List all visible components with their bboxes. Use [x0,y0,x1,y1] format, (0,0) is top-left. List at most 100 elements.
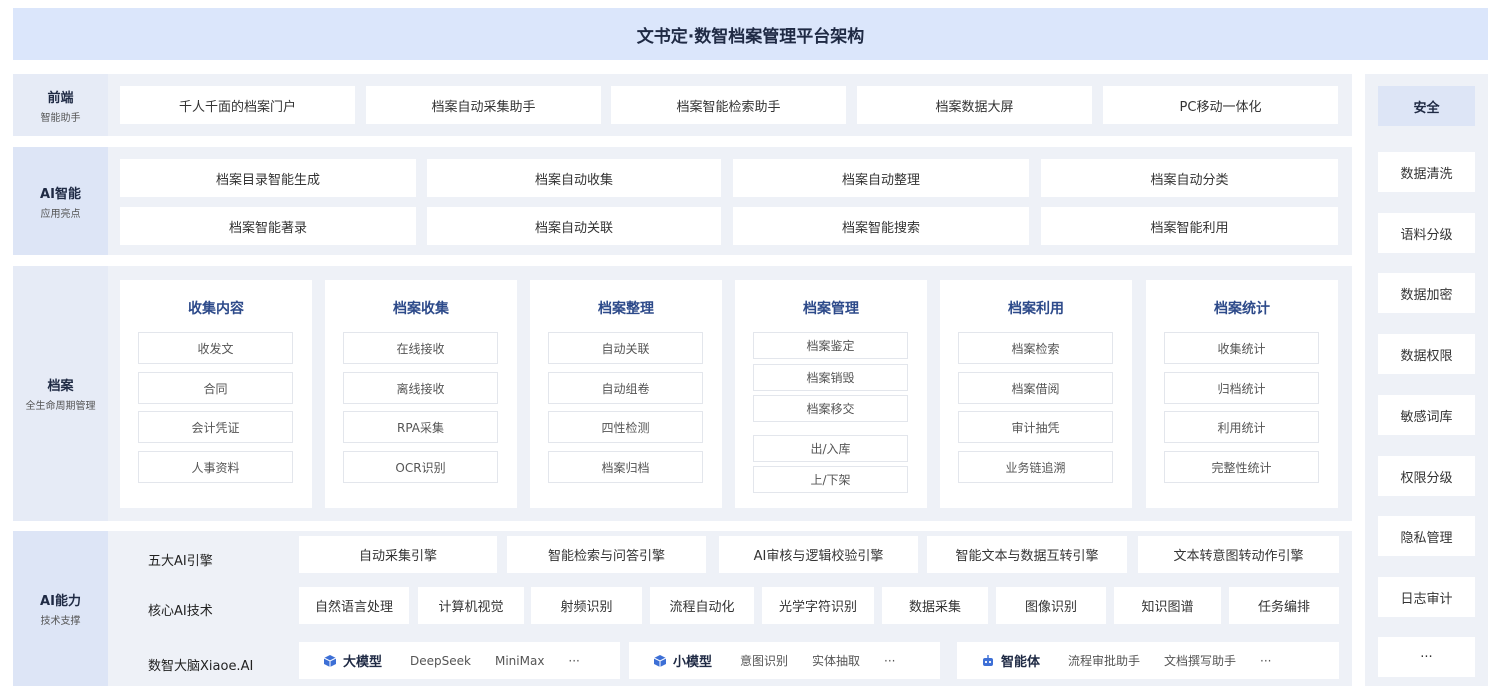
panel-item[interactable]: 收发文 [138,332,293,364]
panel-item[interactable]: 在线接收 [343,332,498,364]
panel-item[interactable]: 四性检测 [548,411,703,443]
panel-item[interactable]: 完整性统计 [1164,451,1319,483]
ai-smart-item[interactable]: 档案自动关联 [427,207,721,245]
small-model-item: 意图识别 [740,654,789,668]
ai-smart-label: AI智能 应用亮点 [13,147,108,255]
core-tech-item[interactable]: 数据采集 [882,587,988,624]
security-item[interactable]: 权限分级 [1378,456,1475,496]
big-model-item: MiniMax [494,653,545,668]
ai-smart-item[interactable]: 档案自动分类 [1041,159,1338,197]
core-tech-item[interactable]: 自然语言处理 [299,587,409,624]
ai-smart-item[interactable]: 档案自动整理 [733,159,1029,197]
small-model-box[interactable]: 小模型 意图识别 实体抽取 ··· [629,642,940,679]
panel-item[interactable]: 档案销毁 [753,364,908,391]
big-model-box[interactable]: 大模型 DeepSeek MiniMax ··· [299,642,620,679]
ai-ability-label-main: AI能力 [40,594,81,609]
frontend-item[interactable]: 档案自动采集助手 [366,86,601,124]
engine-item[interactable]: 智能文本与数据互转引擎 [927,536,1127,573]
security-item[interactable]: 日志审计 [1378,577,1475,617]
security-item[interactable]: 数据权限 [1378,334,1475,374]
panel-item[interactable]: 收集统计 [1164,332,1319,364]
panel-title: 收集内容 [188,301,244,317]
panel-item[interactable]: 档案检索 [958,332,1113,364]
agent-item: ··· [1260,653,1272,668]
panel-item[interactable]: 档案归档 [548,451,703,483]
ai-smart-item[interactable]: 档案目录智能生成 [120,159,416,197]
panel-title: 档案整理 [598,301,654,317]
agent-item: 流程审批助手 [1068,654,1141,668]
engines-row-label: 五大AI引擎 [148,554,213,569]
frontend-item[interactable]: PC移动一体化 [1103,86,1338,124]
archive-panel-collection: 档案收集 在线接收 离线接收 RPA采集 OCR识别 [325,280,517,508]
archive-label-main: 档案 [47,379,74,394]
engine-item[interactable]: AI审核与逻辑校验引擎 [719,536,918,573]
ai-smart-item[interactable]: 档案智能利用 [1041,207,1338,245]
security-item[interactable]: 语料分级 [1378,213,1475,253]
panel-item[interactable]: 出/入库 [753,435,908,462]
ai-ability-label: AI能力 技术支撑 [13,531,108,686]
cube-icon [323,654,337,667]
panel-title: 档案利用 [1008,301,1064,317]
core-row-label: 核心AI技术 [148,604,213,619]
panel-item[interactable]: 上/下架 [753,466,908,493]
security-item[interactable]: 隐私管理 [1378,516,1475,556]
panel-item[interactable]: 业务链追溯 [958,451,1113,483]
core-tech-item[interactable]: 流程自动化 [650,587,754,624]
small-model-item: 实体抽取 [812,654,861,668]
ai-smart-item[interactable]: 档案智能搜索 [733,207,1029,245]
panel-item[interactable]: 人事资料 [138,451,293,483]
security-item[interactable]: 敏感词库 [1378,395,1475,435]
ai-smart-item[interactable]: 档案自动收集 [427,159,721,197]
panel-title: 档案收集 [393,301,449,317]
archive-layer: 档案 全生命周期管理 收集内容 收发文 合同 会计凭证 人事资料 档案收集 在线… [13,266,1352,521]
frontend-item[interactable]: 档案数据大屏 [857,86,1092,124]
panel-item[interactable]: 档案移交 [753,395,908,422]
security-item[interactable]: 数据加密 [1378,273,1475,313]
panel-item[interactable]: 离线接收 [343,372,498,404]
archive-label: 档案 全生命周期管理 [13,266,108,521]
archive-panel-statistics: 档案统计 收集统计 归档统计 利用统计 完整性统计 [1146,280,1338,508]
panel-item[interactable]: 档案借阅 [958,372,1113,404]
security-head: 安全 [1378,86,1475,126]
engine-item[interactable]: 自动采集引擎 [299,536,497,573]
panel-item[interactable]: 合同 [138,372,293,404]
panel-item[interactable]: RPA采集 [343,411,498,443]
engine-item[interactable]: 文本转意图转动作引擎 [1138,536,1339,573]
panel-title: 档案管理 [803,301,859,317]
cube-icon [653,654,667,667]
panel-item[interactable]: 自动关联 [548,332,703,364]
core-tech-item[interactable]: 知识图谱 [1114,587,1221,624]
panel-item[interactable]: 归档统计 [1164,372,1319,404]
panel-item[interactable]: OCR识别 [343,451,498,483]
core-tech-item[interactable]: 射频识别 [531,587,642,624]
big-model-item: DeepSeek [410,653,471,668]
core-tech-item[interactable]: 光学字符识别 [762,587,874,624]
platform-title: 文书定·数智档案管理平台架构 [13,8,1488,60]
panel-item[interactable]: 利用统计 [1164,411,1319,443]
security-item[interactable]: ··· [1378,637,1475,677]
robot-icon [983,654,993,666]
ai-smart-label-sub: 应用亮点 [40,208,81,220]
engine-item[interactable]: 智能检索与问答引擎 [507,536,706,573]
big-model-item: ··· [568,653,580,668]
panel-item[interactable]: 审计抽凭 [958,411,1113,443]
core-tech-item[interactable]: 计算机视觉 [418,587,524,624]
ai-smart-label-main: AI智能 [40,186,81,202]
big-model-title: 大模型 [343,655,383,670]
panel-title: 档案统计 [1214,301,1270,317]
frontend-layer: 前端 智能助手 千人千面的档案门户 档案自动采集助手 档案智能检索助手 档案数据… [13,74,1352,136]
security-item[interactable]: 数据清洗 [1378,152,1475,192]
core-tech-item[interactable]: 任务编排 [1229,587,1339,624]
small-model-title: 小模型 [673,655,713,670]
frontend-item[interactable]: 千人千面的档案门户 [120,86,355,124]
core-tech-item[interactable]: 图像识别 [996,587,1106,624]
frontend-item[interactable]: 档案智能检索助手 [611,86,846,124]
ai-smart-layer: AI智能 应用亮点 档案目录智能生成 档案自动收集 档案自动整理 档案自动分类 … [13,147,1352,255]
small-model-item: ··· [884,653,896,668]
archive-panel-management: 档案管理 档案鉴定 档案销毁 档案移交 出/入库 上/下架 [735,280,927,508]
ai-smart-item[interactable]: 档案智能著录 [120,207,416,245]
panel-item[interactable]: 会计凭证 [138,411,293,443]
panel-item[interactable]: 档案鉴定 [753,332,908,359]
agent-box[interactable]: 智能体 流程审批助手 文档撰写助手 ··· [957,642,1339,679]
panel-item[interactable]: 自动组卷 [548,372,703,404]
